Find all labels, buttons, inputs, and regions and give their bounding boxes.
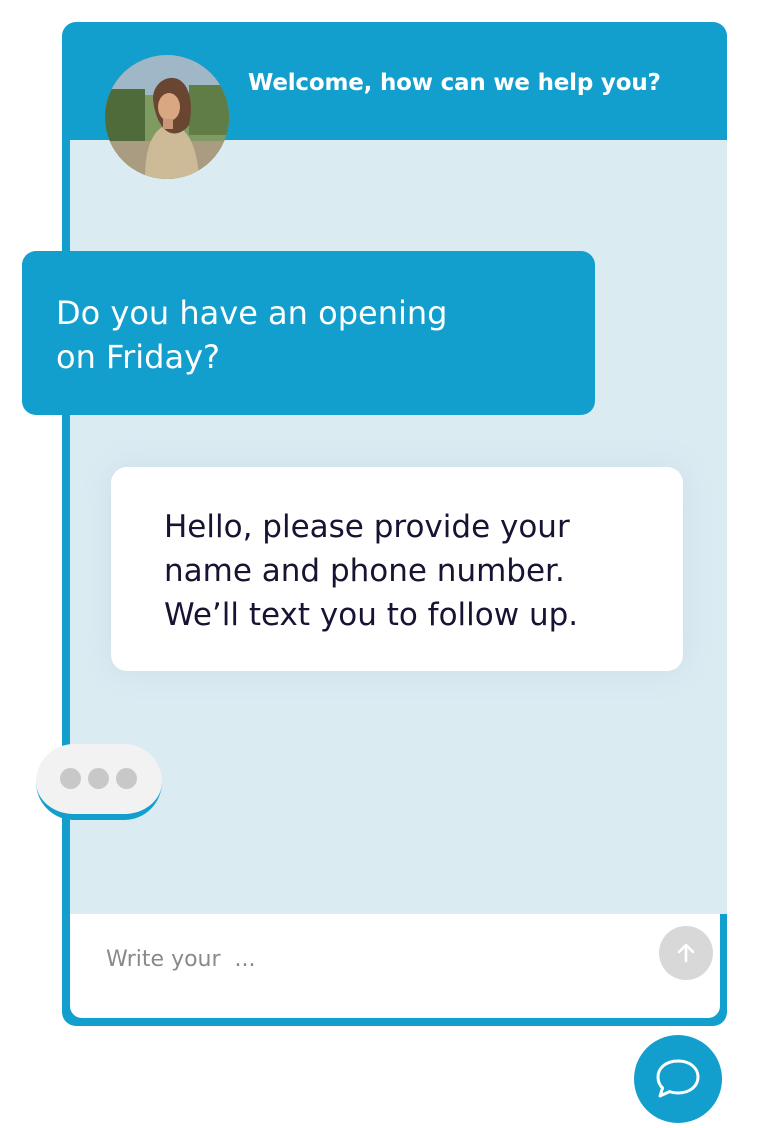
- message-input[interactable]: [106, 934, 626, 984]
- send-button[interactable]: [659, 926, 713, 980]
- header-title: Welcome, how can we help you?: [248, 70, 661, 96]
- agent-message-bubble: Hello, please provide your name and phon…: [111, 467, 683, 671]
- composer-bar: [70, 914, 720, 1018]
- message-line: on Friday?: [56, 338, 220, 376]
- typing-indicator: [36, 744, 162, 820]
- message-line: Hello, please provide your: [164, 509, 570, 545]
- typing-dot: [60, 768, 81, 789]
- message-line: We’ll text you to follow up.: [164, 597, 579, 633]
- typing-dot: [88, 768, 109, 789]
- typing-dot: [116, 768, 137, 789]
- agent-photo: [105, 55, 229, 179]
- message-line: Do you have an opening: [56, 294, 448, 332]
- message-line: name and phone number.: [164, 553, 565, 589]
- user-message-text: Do you have an opening on Friday?: [56, 291, 486, 379]
- agent-avatar: [105, 55, 229, 179]
- user-message-bubble: Do you have an opening on Friday?: [22, 251, 595, 415]
- chat-bubble-icon: [656, 1059, 700, 1098]
- arrow-up-icon: [677, 943, 695, 963]
- agent-message-text: Hello, please provide your name and phon…: [164, 505, 663, 637]
- chat-launcher-button[interactable]: [634, 1035, 722, 1123]
